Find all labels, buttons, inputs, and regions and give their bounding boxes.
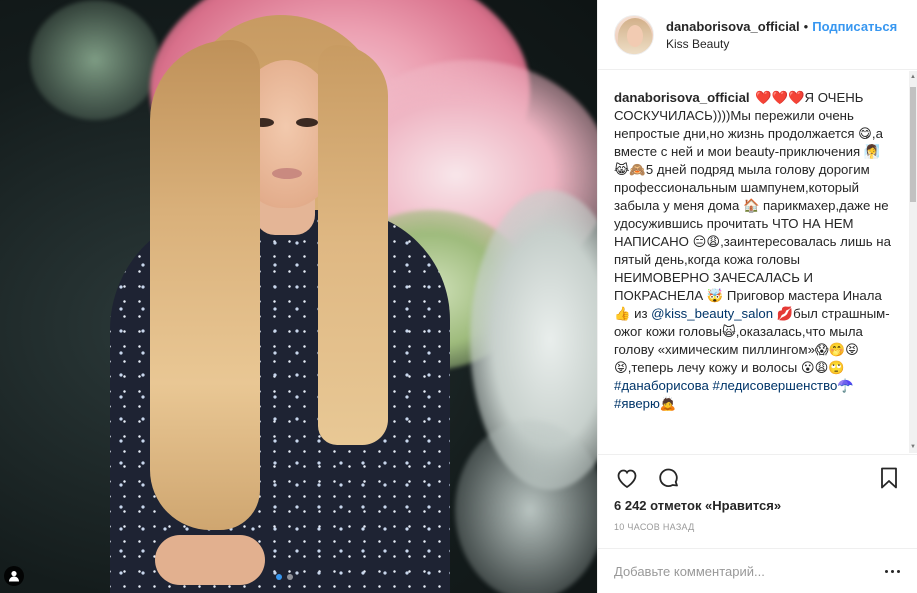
hand bbox=[155, 535, 265, 585]
painted-leaf bbox=[30, 0, 160, 120]
scroll-down-icon[interactable]: ▼ bbox=[909, 443, 917, 451]
post-photo[interactable] bbox=[0, 0, 597, 593]
mention-link[interactable]: @kiss_beauty_salon bbox=[651, 306, 773, 321]
comment-input[interactable] bbox=[614, 563, 882, 579]
painted-flower-grey bbox=[455, 420, 597, 593]
hashtag-link[interactable]: #яверю🙇 bbox=[614, 396, 676, 411]
more-options-icon[interactable] bbox=[882, 561, 902, 581]
eye-right bbox=[296, 118, 318, 127]
username-link[interactable]: danaborisova_official bbox=[666, 19, 800, 34]
likes-count[interactable]: 6 242 отметок «Нравится» bbox=[614, 498, 781, 513]
post-sidebar: danaborisova_official • Подписаться Kiss… bbox=[597, 0, 917, 593]
comment-form bbox=[598, 548, 917, 593]
comment-icon[interactable] bbox=[656, 465, 682, 491]
post-header: danaborisova_official • Подписаться Kiss… bbox=[598, 0, 917, 70]
hashtag-link[interactable]: #ледисовершенство☂️ bbox=[713, 378, 854, 393]
post-header-text: danaborisova_official • Подписаться Kiss… bbox=[666, 19, 897, 51]
avatar[interactable] bbox=[614, 14, 654, 55]
caption-scroll-area[interactable]: danaborisova_official ❤️❤️❤️Я ОЧЕНЬ СОСК… bbox=[598, 71, 917, 454]
post-time[interactable]: 10 ЧАСОВ НАЗАД bbox=[614, 522, 695, 532]
hashtag-link[interactable]: #данаборисова bbox=[614, 378, 709, 393]
carousel-dot-active bbox=[276, 574, 282, 580]
lips bbox=[272, 168, 302, 179]
hair-strand-left bbox=[150, 40, 260, 530]
follow-button[interactable]: Подписаться bbox=[812, 19, 897, 34]
scrollbar[interactable]: ▲ ▼ bbox=[909, 71, 917, 453]
carousel-indicator bbox=[276, 574, 293, 580]
scroll-up-icon[interactable]: ▲ bbox=[909, 73, 917, 81]
separator-dot: • bbox=[803, 18, 809, 34]
caption: danaborisova_official ❤️❤️❤️Я ОЧЕНЬ СОСК… bbox=[598, 71, 908, 413]
post-actions bbox=[598, 454, 917, 500]
location-link[interactable]: Kiss Beauty bbox=[666, 37, 897, 51]
user-tag-icon[interactable] bbox=[4, 566, 24, 586]
heart-icon[interactable] bbox=[614, 465, 640, 491]
bookmark-icon[interactable] bbox=[876, 465, 902, 491]
scrollbar-thumb[interactable] bbox=[910, 87, 916, 202]
caption-username-link[interactable]: danaborisova_official bbox=[614, 90, 750, 105]
caption-text: ❤️❤️❤️Я ОЧЕНЬ СОСКУЧИЛАСЬ))))Мы пережили… bbox=[614, 90, 891, 321]
hair-strand-right bbox=[318, 45, 388, 445]
carousel-dot bbox=[287, 574, 293, 580]
